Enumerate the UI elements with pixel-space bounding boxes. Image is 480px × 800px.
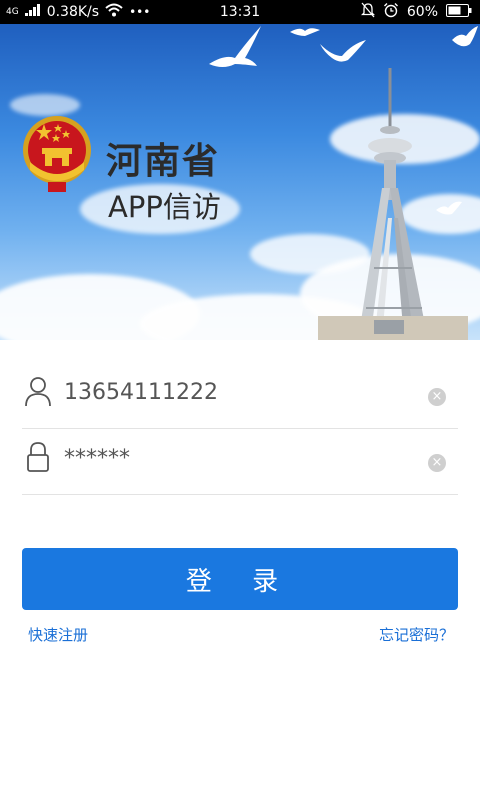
username-field[interactable]: 13654111222 × bbox=[22, 360, 458, 429]
status-bar: 4G 0.38K/s ••• 13:31 60% bbox=[0, 0, 480, 24]
alarm-icon bbox=[383, 2, 399, 22]
more-notifications: ••• bbox=[129, 5, 151, 19]
app-title: 河南省 bbox=[106, 141, 221, 182]
dove-icon bbox=[452, 26, 478, 47]
national-emblem-icon bbox=[23, 116, 91, 192]
mute-bell-icon bbox=[360, 2, 375, 22]
login-button[interactable]: 登 录 bbox=[22, 548, 458, 610]
dove-icon bbox=[290, 28, 320, 36]
user-icon bbox=[25, 377, 51, 407]
password-input[interactable]: ****** bbox=[64, 446, 130, 471]
signal-icon bbox=[24, 4, 41, 20]
forgot-password-link[interactable]: 忘记密码？ bbox=[379, 624, 454, 645]
tower-illustration bbox=[318, 68, 468, 340]
clear-password-button[interactable]: × bbox=[428, 454, 446, 472]
wifi-icon bbox=[105, 3, 123, 21]
clear-username-button[interactable]: × bbox=[428, 388, 446, 406]
app-subtitle: APP信访 bbox=[108, 190, 221, 224]
lock-icon bbox=[27, 442, 49, 472]
battery-icon bbox=[446, 3, 472, 21]
status-left: 4G 0.38K/s ••• bbox=[6, 0, 150, 24]
register-link[interactable]: 快速注册 bbox=[28, 624, 88, 645]
password-field[interactable]: ****** × bbox=[22, 426, 458, 495]
dove-icon bbox=[320, 40, 366, 62]
status-right: 60% bbox=[360, 0, 472, 24]
network-speed: 0.38K/s bbox=[46, 4, 100, 20]
username-input[interactable]: 13654111222 bbox=[64, 380, 218, 405]
header-banner: 河南省 APP信访 bbox=[0, 24, 480, 340]
network-label: 4G bbox=[6, 7, 19, 17]
battery-level: 60% bbox=[406, 4, 438, 20]
dove-icon bbox=[209, 26, 261, 67]
